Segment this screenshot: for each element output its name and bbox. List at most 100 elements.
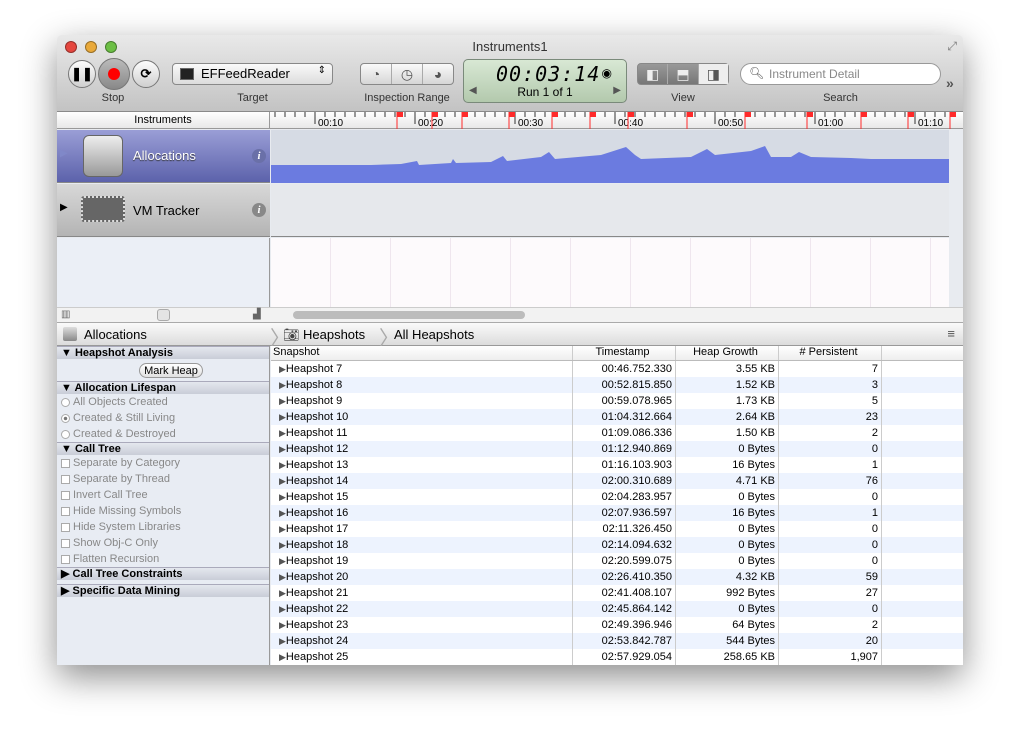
table-row[interactable]: ▶Heapshot 8 00:52.815.850 1.52 KB 3	[271, 377, 963, 393]
view-bottom-pane-icon[interactable]: ⬒	[668, 64, 699, 84]
column-persistent[interactable]: # Persistent	[779, 346, 882, 360]
disclosure-icon[interactable]: ▶	[60, 202, 68, 213]
info-icon[interactable]: i	[252, 203, 266, 217]
column-timestamp[interactable]: Timestamp	[573, 346, 676, 360]
section-heapshot-analysis[interactable]: ▼ Heapshot Analysis	[57, 346, 269, 359]
table-row[interactable]: ▶Heapshot 21 02:41.408.107 992 Bytes 27	[271, 585, 963, 601]
radio-button[interactable]	[61, 429, 70, 439]
table-row[interactable]: ▶Heapshot 11 01:09.086.336 1.50 KB 2	[271, 425, 963, 441]
timeline-ruler[interactable]: Instruments 00:10 00:20 00:30 00:40 00:50 01:…	[57, 112, 963, 129]
table-row[interactable]: ▶Heapshot 24 02:53.842.787 544 Bytes 20	[271, 633, 963, 649]
column-snapshot[interactable]: Snapshot	[271, 346, 573, 360]
table-row[interactable]: ▶Heapshot 17 02:11.326.450 0 Bytes 0	[271, 521, 963, 537]
section-call-tree-constraints[interactable]: ▶ Call Tree Constraints	[57, 567, 269, 580]
lifespan-option[interactable]: All Objects Created	[57, 394, 269, 410]
call-tree-option[interactable]: Hide Missing Symbols	[57, 503, 269, 519]
table-row[interactable]: ▶Heapshot 9 00:59.078.965 1.73 KB 5	[271, 393, 963, 409]
view-left-pane-icon[interactable]: ◧	[638, 64, 669, 84]
disclosure-icon[interactable]: ▶	[279, 460, 286, 470]
breadcrumb-heapshots[interactable]: Heapshots	[303, 327, 365, 342]
track-resize-handle[interactable]	[157, 309, 170, 321]
disclosure-icon[interactable]: ▶	[279, 556, 286, 566]
search-input[interactable]: 🔍︎ Instrument Detail	[740, 63, 941, 85]
checkbox[interactable]	[61, 522, 70, 532]
disclosure-icon[interactable]: ▶	[279, 604, 286, 614]
lifespan-option[interactable]: Created & Destroyed	[57, 426, 269, 442]
range-start-icon[interactable]: ◔	[361, 64, 392, 84]
vm-tracker-graph[interactable]	[271, 184, 949, 237]
disclosure-icon[interactable]: ▶	[279, 524, 286, 534]
table-row[interactable]: ▶Heapshot 10 01:04.312.664 2.64 KB 23	[271, 409, 963, 425]
range-clear-icon[interactable]: ◷	[392, 64, 423, 84]
table-row[interactable]: ▶Heapshot 12 01:12.940.869 0 Bytes 0	[271, 441, 963, 457]
mark-heap-button[interactable]: Mark Heap	[139, 363, 203, 378]
call-tree-option[interactable]: Hide System Libraries	[57, 519, 269, 535]
section-call-tree[interactable]: ▼ Call Tree	[57, 442, 269, 455]
disclosure-icon[interactable]: ▶	[279, 428, 286, 438]
disclosure-icon[interactable]: ▶	[279, 508, 286, 518]
overflow-chevron-icon[interactable]: »	[946, 75, 954, 91]
allocations-graph[interactable]	[271, 130, 949, 183]
disclosure-icon[interactable]: ▶	[279, 572, 286, 582]
call-tree-option[interactable]: Separate by Category	[57, 455, 269, 471]
target-popup[interactable]: EFFeedReader ⇕	[172, 63, 333, 85]
pause-button[interactable]: ❚❚	[68, 60, 96, 88]
table-row[interactable]: ▶Heapshot 13 01:16.103.903 16 Bytes 1	[271, 457, 963, 473]
disclosure-icon[interactable]: ▶	[279, 380, 286, 390]
view-right-pane-icon[interactable]: ◨	[698, 64, 728, 84]
column-heap-growth[interactable]: Heap Growth	[676, 346, 779, 360]
lifespan-option[interactable]: Created & Still Living	[57, 410, 269, 426]
disclosure-icon[interactable]: ▶	[279, 588, 286, 598]
disclosure-icon[interactable]: ▶	[279, 492, 286, 502]
range-end-icon[interactable]: ◕	[423, 64, 453, 84]
disclosure-icon[interactable]: ▶	[279, 476, 286, 486]
call-tree-option[interactable]: Separate by Thread	[57, 471, 269, 487]
checkbox[interactable]	[61, 474, 70, 484]
track-layout-icon[interactable]: ▟	[253, 309, 261, 320]
track-vm-tracker[interactable]: ▶ VM Tracker i	[57, 184, 270, 237]
disclosure-icon[interactable]: ▶	[279, 636, 286, 646]
checkbox[interactable]	[61, 506, 70, 516]
disclosure-icon[interactable]: ▶	[279, 412, 286, 422]
loop-button[interactable]: ⟳	[132, 60, 160, 88]
breadcrumb-all-heapshots[interactable]: All Heapshots	[394, 327, 474, 342]
menu-icon[interactable]: ≡	[947, 326, 955, 341]
graph-style-icon[interactable]: ▥	[61, 309, 70, 320]
table-row[interactable]: ▶Heapshot 15 02:04.283.957 0 Bytes 0	[271, 489, 963, 505]
table-row[interactable]: ▶Heapshot 25 02:57.929.054 258.65 KB 1,907	[271, 649, 963, 665]
table-row[interactable]: ▶Heapshot 19 02:20.599.075 0 Bytes 0	[271, 553, 963, 569]
call-tree-option[interactable]: Flatten Recursion	[57, 551, 269, 567]
clock-icon[interactable]: ◉	[602, 66, 612, 80]
inspection-range-control[interactable]: ◔ ◷ ◕	[360, 63, 454, 85]
table-row[interactable]: ▶Heapshot 18 02:14.094.632 0 Bytes 0	[271, 537, 963, 553]
checkbox[interactable]	[61, 554, 70, 564]
section-allocation-lifespan[interactable]: ▼ Allocation Lifespan	[57, 381, 269, 394]
checkbox[interactable]	[61, 490, 70, 500]
fullscreen-icon[interactable]: ⤢	[947, 39, 957, 54]
disclosure-icon[interactable]: ▶	[279, 652, 286, 662]
instrument-selector[interactable]: Allocations	[84, 327, 147, 342]
table-row[interactable]: ▶Heapshot 16 02:07.936.597 16 Bytes 1	[271, 505, 963, 521]
next-run-icon[interactable]: ▶	[613, 85, 621, 96]
disclosure-icon[interactable]: ▶	[279, 444, 286, 454]
track-allocations[interactable]: ▶ Allocations i	[57, 130, 270, 183]
view-control[interactable]: ◧ ⬒ ◨	[637, 63, 729, 85]
timeline-scrollbar[interactable]	[293, 311, 525, 319]
info-icon[interactable]: i	[252, 149, 266, 163]
disclosure-icon[interactable]: ▶	[279, 396, 286, 406]
call-tree-option[interactable]: Invert Call Tree	[57, 487, 269, 503]
disclosure-icon[interactable]: ▶	[279, 364, 286, 374]
radio-button[interactable]	[61, 413, 70, 423]
table-row[interactable]: ▶Heapshot 22 02:45.864.142 0 Bytes 0	[271, 601, 963, 617]
checkbox[interactable]	[61, 458, 70, 468]
table-row[interactable]: ▶Heapshot 23 02:49.396.946 64 Bytes 2	[271, 617, 963, 633]
call-tree-option[interactable]: Show Obj-C Only	[57, 535, 269, 551]
radio-button[interactable]	[61, 397, 70, 407]
record-stop-button[interactable]	[98, 58, 130, 90]
disclosure-icon[interactable]: ▶	[60, 148, 68, 159]
section-specific-data-mining[interactable]: ▶ Specific Data Mining	[57, 584, 269, 597]
table-row[interactable]: ▶Heapshot 20 02:26.410.350 4.32 KB 59	[271, 569, 963, 585]
disclosure-icon[interactable]: ▶	[279, 620, 286, 630]
disclosure-icon[interactable]: ▶	[279, 540, 286, 550]
checkbox[interactable]	[61, 538, 70, 548]
